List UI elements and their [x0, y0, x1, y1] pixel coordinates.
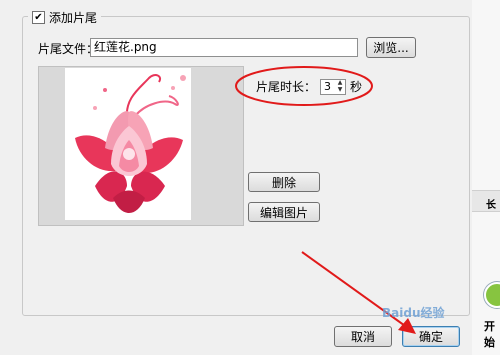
delete-button[interactable]: 删除: [248, 172, 320, 192]
end-credits-header[interactable]: ✔ 添加片尾: [28, 8, 102, 26]
highlight-ellipse: [235, 66, 373, 106]
file-path-input[interactable]: 红莲花.png: [90, 38, 358, 57]
file-label: 片尾文件：: [38, 42, 99, 56]
watermark: Baidu经验: [382, 306, 445, 320]
annotation-arrow: [301, 251, 416, 334]
browse-button[interactable]: 浏览...: [366, 37, 416, 58]
end-credits-checkbox[interactable]: ✔: [32, 10, 45, 24]
lotus-image: [65, 68, 191, 220]
edit-image-button[interactable]: 编辑图片: [248, 202, 320, 222]
start-label[interactable]: 开始: [484, 318, 500, 350]
right-panel-header-text: 长: [486, 200, 496, 211]
end-credits-title: 添加片尾: [49, 10, 98, 25]
